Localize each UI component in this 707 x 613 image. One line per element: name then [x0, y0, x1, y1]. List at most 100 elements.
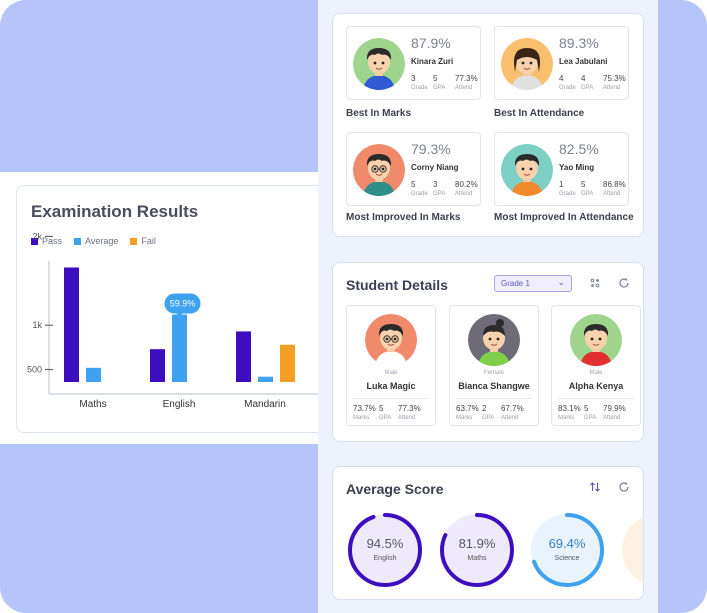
marks-value: 73.7%: [353, 404, 376, 413]
x-tick-label: English: [163, 399, 196, 410]
award-most-improved-attendance[interactable]: 82.5% Yao Ming 1 Grade 5 GPA 86.8% Attend: [494, 132, 629, 206]
student-gender: Female: [483, 370, 504, 376]
bar-pass-english[interactable]: [150, 349, 165, 382]
x-tick-label: Maths: [79, 399, 106, 410]
grade-label: Grade: [559, 191, 576, 197]
score-value: 81.9%: [458, 536, 496, 551]
score-subject: Maths: [467, 555, 487, 562]
gpa-value: 5: [584, 404, 589, 413]
tooltip-label: 59.9%: [170, 299, 196, 309]
award-student-name: Kinara Zuri: [411, 57, 454, 66]
score-ring-science[interactable]: 69.4% Science: [528, 511, 606, 589]
student-name: Alpha Kenya: [568, 381, 624, 391]
attend-value: 80.2%: [455, 180, 478, 189]
score-ring-partial-graphic: [622, 517, 643, 583]
bar-average-maths[interactable]: [86, 367, 101, 382]
gpa-label: GPA: [581, 85, 594, 91]
award-percent: 87.9%: [411, 35, 451, 51]
avatar: [501, 38, 553, 90]
attend-value: 86.8%: [603, 180, 626, 189]
gpa-value: 2: [482, 404, 487, 413]
bar-average-mandarin[interactable]: [258, 376, 273, 382]
exam-bar-chart: 2k 1k 500 Maths English Mandarin 59.9%: [27, 231, 345, 410]
refresh-icon[interactable]: [618, 277, 630, 292]
student-stats: 63.7% Marks 2 GPA 67.7% Attend: [456, 404, 527, 421]
grade-select[interactable]: Grade 1 ⌄: [494, 275, 572, 292]
bar-fail-mandarin[interactable]: [280, 344, 295, 382]
award-best-in-attendance[interactable]: 89.3% Lea Jabulani 4 Grade 4 GPA 75.3% Atte…: [494, 26, 629, 100]
gpa-value: 5: [433, 74, 438, 83]
y-tick-label: 500: [27, 365, 42, 375]
student-name: Luka Magic: [366, 381, 416, 391]
marks-label: Marks: [456, 415, 473, 421]
attend-label: Attend: [501, 415, 519, 421]
avatar: [353, 144, 405, 196]
grade-label: Grade: [559, 85, 576, 91]
bar-pass-maths[interactable]: [64, 267, 79, 382]
attend-value: 75.3%: [603, 74, 626, 83]
award-student-name: Yao Ming: [559, 163, 595, 172]
right-panel: 87.9% Kinara Zuri 3 Grade 5 GPA 77.3% Atten…: [318, 0, 658, 613]
gpa-label: GPA: [433, 85, 446, 91]
y-tick-label: 1k: [32, 320, 42, 330]
grade-select-value: Grade 1: [501, 279, 530, 288]
score-ring-partial: [619, 511, 643, 589]
grade-label: Grade: [411, 85, 428, 91]
bar-average-english[interactable]: [172, 314, 187, 382]
award-stats: 3 Grade 5 GPA 77.3% Attend: [411, 74, 481, 91]
chevron-down-icon: ⌄: [557, 277, 565, 287]
award-percent: 82.5%: [559, 141, 599, 157]
gpa-value: 5: [379, 404, 384, 413]
bar-pass-mandarin[interactable]: [236, 331, 251, 382]
marks-value: 83.1%: [558, 404, 581, 413]
award-student-name: Lea Jabulani: [559, 57, 608, 66]
attend-label: Attend: [603, 85, 621, 91]
student-gender: Male: [384, 370, 398, 376]
award-student-name: Corny Niang: [411, 163, 459, 172]
avatar: [570, 314, 622, 366]
examination-results-card: Examination Results Pass Average Fail 2k…: [16, 185, 346, 433]
grade-value: 5: [411, 180, 416, 189]
grade-value: 1: [559, 180, 564, 189]
marks-label: Marks: [558, 415, 575, 421]
attend-value: 67.7%: [501, 404, 524, 413]
attend-value: 79.9%: [603, 404, 626, 413]
gpa-value: 4: [581, 74, 586, 83]
award-percent: 89.3%: [559, 35, 599, 51]
x-tick-label: Mandarin: [244, 399, 286, 410]
gpa-label: GPA: [584, 415, 597, 421]
sort-icon[interactable]: [589, 481, 601, 496]
award-caption: Best In Attendance: [494, 108, 585, 119]
y-tick-label: 2k: [32, 231, 42, 241]
student-details-title: Student Details: [346, 277, 448, 293]
score-subject: English: [373, 555, 397, 562]
score-ring-maths[interactable]: 81.9% Maths: [438, 511, 516, 589]
student-card[interactable]: Female Bianca Shangwe 63.7% Marks 2 GPA 67…: [449, 305, 539, 426]
award-most-improved-marks[interactable]: 79.3% Corny Niang 5 Grade 3 GPA 80.2% Atten…: [346, 132, 481, 206]
student-name: Bianca Shangwe: [458, 381, 530, 391]
score-ring-english[interactable]: 94.5% English: [346, 511, 424, 589]
award-best-in-marks[interactable]: 87.9% Kinara Zuri 3 Grade 5 GPA 77.3% Atten…: [346, 26, 481, 100]
avatar: [501, 144, 553, 196]
attend-label: Attend: [455, 191, 473, 197]
award-stats: 4 Grade 4 GPA 75.3% Attend: [559, 74, 629, 91]
attend-label: Attend: [455, 85, 473, 91]
student-card[interactable]: Male Alpha Kenya 83.1% Marks 5 GPA 79.9% At…: [551, 305, 641, 426]
average-score-title: Average Score: [346, 481, 444, 497]
attend-label: Attend: [603, 415, 621, 421]
divider: [353, 398, 429, 399]
chart-tooltip: 59.9%: [164, 293, 201, 317]
gpa-label: GPA: [581, 191, 594, 197]
attend-label: Attend: [603, 191, 621, 197]
avatar: [353, 38, 405, 90]
avatar: [365, 314, 417, 366]
gpa-label: GPA: [433, 191, 446, 197]
student-gender: Male: [589, 370, 603, 376]
filter-icon[interactable]: [589, 277, 601, 292]
grade-value: 4: [559, 74, 564, 83]
refresh-icon[interactable]: [618, 481, 630, 496]
divider: [558, 398, 634, 399]
student-card[interactable]: Male Luka Magic 73.7% Marks 5 GPA 77.3% Att…: [346, 305, 436, 426]
award-percent: 79.3%: [411, 141, 451, 157]
divider: [456, 398, 532, 399]
